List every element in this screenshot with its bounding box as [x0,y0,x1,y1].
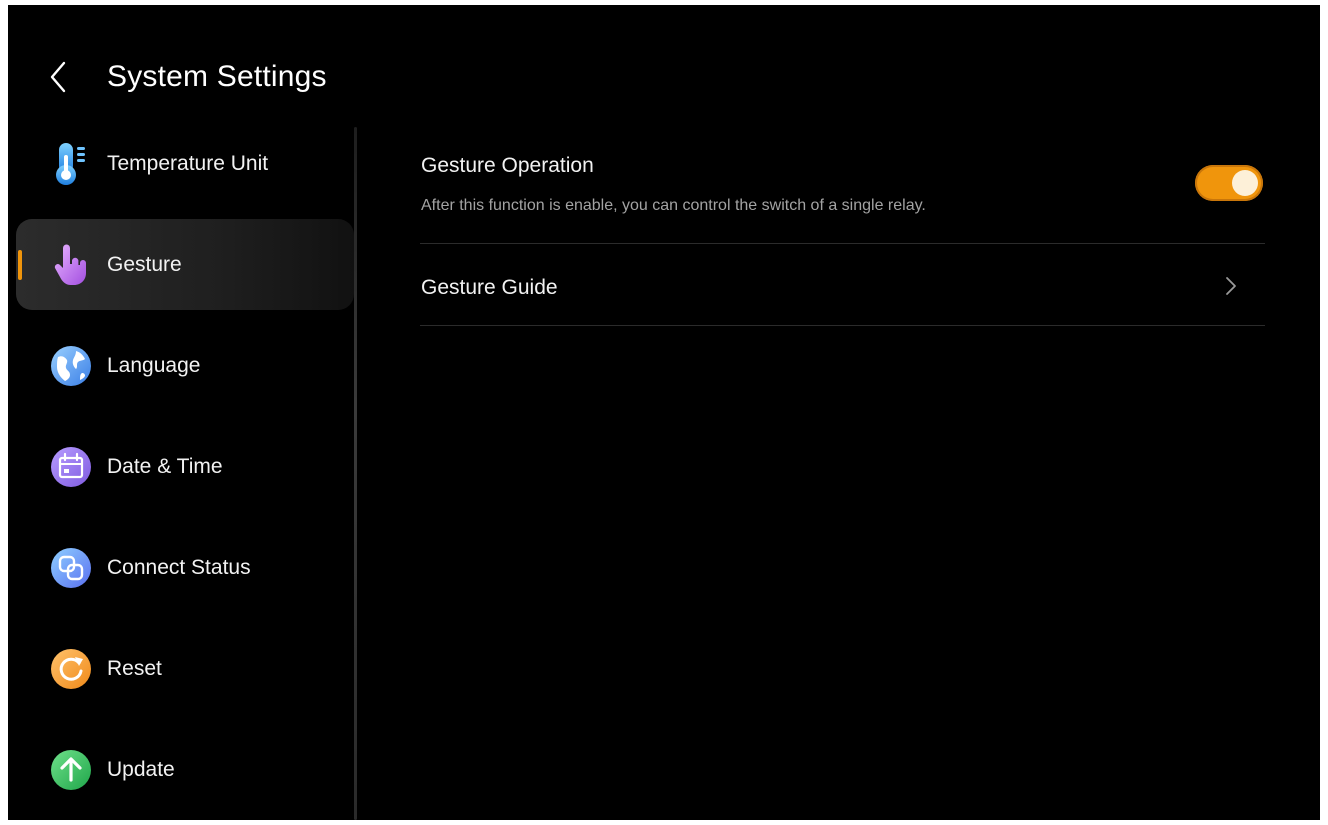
settings-screen: System Settings Temperature Unit Gesture… [8,5,1320,820]
gesture-guide-row[interactable]: Gesture Guide [420,244,1265,326]
active-indicator [18,250,22,280]
chevron-left-icon [50,61,66,93]
sidebar-item-label: Language [107,353,201,377]
sidebar-item-label: Update [107,757,175,781]
header: System Settings [8,45,608,109]
settings-content: Gesture Operation After this function is… [420,135,1265,326]
reset-icon [51,649,91,689]
sidebar-item-update[interactable]: Update [16,724,354,815]
gesture-guide-title: Gesture Guide [421,276,558,299]
arrow-up-icon [51,750,91,790]
gesture-operation-row: Gesture Operation After this function is… [420,135,1265,244]
chevron-right-icon [1226,277,1236,295]
sidebar-divider [354,127,357,820]
sidebar-item-gesture[interactable]: Gesture [16,219,354,310]
sidebar-item-label: Date & Time [107,454,223,478]
back-button[interactable] [38,57,78,97]
link-squares-icon [51,548,91,588]
gesture-operation-title: Gesture Operation [421,154,594,177]
globe-icon [51,346,91,386]
page-title: System Settings [107,60,327,93]
sidebar: Temperature Unit Gesture Language Date &… [8,118,354,820]
gesture-operation-toggle[interactable] [1195,165,1263,201]
sidebar-item-label: Reset [107,656,162,680]
sidebar-item-label: Temperature Unit [107,151,269,175]
sidebar-item-reset[interactable]: Reset [16,623,354,714]
sidebar-item-language[interactable]: Language [16,320,354,411]
sidebar-item-date-time[interactable]: Date & Time [16,421,354,512]
sidebar-item-label: Connect Status [107,555,251,579]
toggle-knob [1232,170,1258,196]
sidebar-item-label: Gesture [107,252,182,276]
gesture-operation-description: After this function is enable, you can c… [421,197,926,214]
sidebar-item-temperature-unit[interactable]: Temperature Unit [16,118,354,209]
calendar-icon [51,447,91,487]
sidebar-item-connect-status[interactable]: Connect Status [16,522,354,613]
thermometer-icon [56,143,85,185]
hand-pointer-icon [54,244,86,285]
